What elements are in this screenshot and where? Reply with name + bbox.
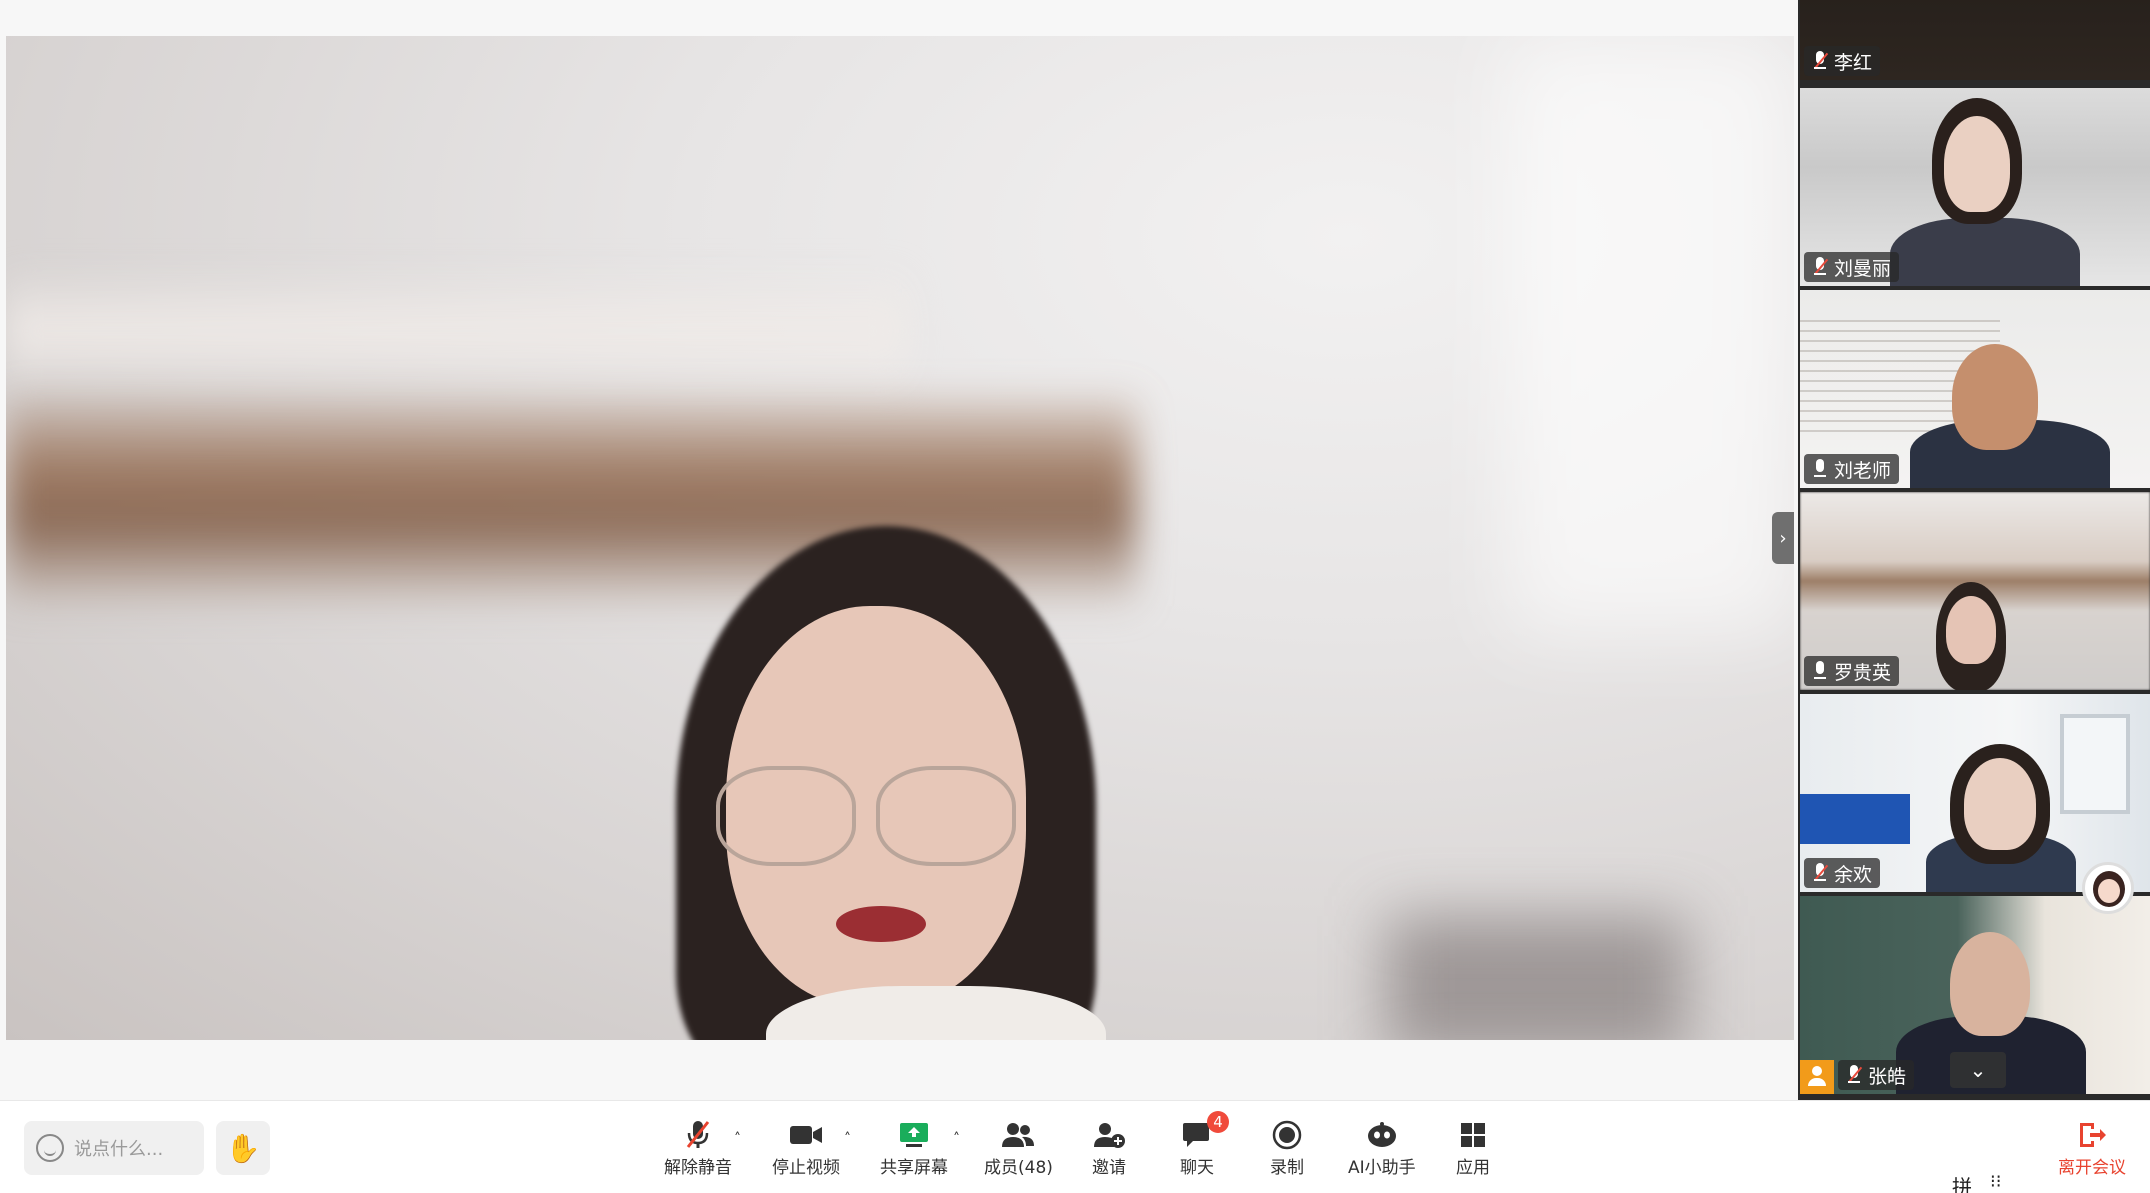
- robot-icon: [1365, 1119, 1399, 1151]
- video-options-caret[interactable]: ˄: [844, 1131, 851, 1147]
- members-button[interactable]: 成员(48): [984, 1119, 1053, 1181]
- record-label: 录制: [1270, 1158, 1304, 1178]
- record-icon: [1272, 1119, 1302, 1151]
- mic-on-icon: [1812, 459, 1828, 479]
- participant-body: [1890, 218, 2080, 286]
- speaker-glasses: [716, 766, 856, 866]
- invite-button[interactable]: 邀请: [1092, 1119, 1126, 1181]
- background-blur: [6, 266, 906, 396]
- participant-name-tag: 刘曼丽: [1804, 252, 1900, 282]
- participant-face: [1944, 116, 2010, 212]
- leave-meeting-label: 离开会议: [2058, 1158, 2126, 1178]
- chat-button[interactable]: 4 聊天: [1180, 1111, 1229, 1181]
- participant-name: 李红: [1834, 51, 1873, 74]
- participant-name: 张皓: [1868, 1065, 1907, 1088]
- add-user-icon: [1092, 1119, 1126, 1151]
- mic-on-icon: [1812, 661, 1828, 681]
- blue-sofa: [1800, 794, 1910, 844]
- mic-muted-icon: [684, 1119, 712, 1151]
- unmute-options-caret[interactable]: ˄: [734, 1131, 741, 1147]
- ime-options-icon[interactable]: ⁝⁝: [1990, 1171, 2001, 1192]
- exit-icon: [2076, 1119, 2108, 1151]
- stop-video-button[interactable]: 停止视频: [772, 1119, 840, 1181]
- speaker-glasses: [876, 766, 1016, 866]
- record-button[interactable]: 录制: [1270, 1119, 1304, 1181]
- hand-icon: ✋: [225, 1131, 261, 1165]
- meeting-toolbar: 说点什么... ✋ 解除静音 ˄ 停止视频 ˄ 共享屏幕 ˄ 成员(48) 邀请…: [0, 1100, 2150, 1193]
- participant-name: 刘曼丽: [1834, 257, 1892, 280]
- participant-tile[interactable]: 余欢: [1800, 694, 2150, 892]
- raise-hand-button[interactable]: ✋: [216, 1121, 270, 1175]
- speaker-figure: [566, 526, 1266, 1040]
- participant-tile[interactable]: 罗贵英: [1800, 492, 2150, 690]
- participant-name-tag: 李红: [1804, 46, 1881, 76]
- participant-face: [1952, 344, 2038, 450]
- mic-muted-icon: [1846, 1065, 1863, 1085]
- leave-meeting-button[interactable]: 离开会议: [2058, 1119, 2126, 1178]
- apps-button[interactable]: 应用: [1456, 1119, 1490, 1181]
- members-label: 成员(48): [984, 1158, 1053, 1178]
- ai-assistant-button[interactable]: AI小助手: [1348, 1119, 1416, 1181]
- apps-label: 应用: [1456, 1158, 1490, 1178]
- stop-video-label: 停止视频: [772, 1158, 840, 1178]
- chat-placeholder: 说点什么...: [74, 1139, 164, 1160]
- emoji-icon[interactable]: [36, 1134, 64, 1162]
- chevron-right-icon: ›: [1779, 527, 1787, 549]
- collapse-rail-button[interactable]: ›: [1772, 512, 1794, 564]
- camera-icon: [789, 1119, 823, 1151]
- participant-face: [1946, 596, 1996, 664]
- avatar-face: [2098, 879, 2120, 903]
- chat-label: 聊天: [1180, 1158, 1214, 1178]
- mic-muted-icon: [1812, 863, 1829, 883]
- participant-name: 余欢: [1834, 863, 1873, 886]
- invite-label: 邀请: [1092, 1158, 1126, 1178]
- participant-rail: 李红 刘曼丽 刘老师 罗贵英 余欢 张皓 ⌄: [1798, 0, 2150, 1100]
- ime-indicator[interactable]: 拼: [1952, 1171, 1972, 1193]
- ai-avatar-icon[interactable]: [2082, 862, 2134, 914]
- chat-icon: 4: [1181, 1111, 1229, 1151]
- background-blur: [1506, 36, 1794, 636]
- participant-name-tag: 罗贵英: [1804, 656, 1900, 686]
- meeting-window: › 李红 刘曼丽 刘老师 罗贵英 余欢 张皓 ⌄ 说点什么... ✋ 解除静音 …: [0, 0, 2150, 1193]
- participant-face: [1964, 758, 2036, 850]
- participant-name-tag: 余欢: [1804, 858, 1881, 888]
- unmute-button[interactable]: 解除静音: [664, 1119, 732, 1181]
- participant-tile[interactable]: 刘曼丽: [1800, 88, 2150, 286]
- speaker-lips: [836, 906, 926, 942]
- host-icon: [1800, 1060, 1834, 1094]
- share-screen-button[interactable]: 共享屏幕: [880, 1119, 948, 1181]
- speaker-stage: ›: [0, 0, 1798, 1100]
- participant-tile[interactable]: 张皓 ⌄: [1800, 896, 2150, 1094]
- participant-tile[interactable]: 李红: [1800, 0, 2150, 80]
- mic-muted-icon: [1812, 51, 1829, 71]
- members-icon: [1000, 1119, 1036, 1151]
- apps-grid-icon: [1459, 1119, 1487, 1151]
- mic-muted-icon: [1812, 257, 1829, 277]
- unmute-label: 解除静音: [664, 1158, 732, 1178]
- background-blur: [1386, 916, 1686, 1040]
- participant-name: 刘老师: [1834, 459, 1892, 482]
- main-speaker-video[interactable]: [6, 36, 1794, 1040]
- participant-face: [1950, 932, 2030, 1036]
- participant-name-tag: 刘老师: [1804, 454, 1900, 484]
- chat-unread-badge: 4: [1207, 1111, 1229, 1133]
- window: [2060, 714, 2130, 814]
- participant-name: 罗贵英: [1834, 661, 1892, 684]
- participant-tile[interactable]: 刘老师: [1800, 290, 2150, 488]
- quick-chat-input[interactable]: 说点什么...: [24, 1121, 204, 1175]
- ai-assistant-label: AI小助手: [1348, 1158, 1416, 1178]
- participant-name-tag: 张皓: [1838, 1060, 1915, 1090]
- share-screen-label: 共享屏幕: [880, 1158, 948, 1178]
- chevron-down-icon: ⌄: [1969, 1058, 1987, 1082]
- scroll-down-button[interactable]: ⌄: [1950, 1052, 2006, 1088]
- share-screen-icon: [898, 1119, 930, 1151]
- share-options-caret[interactable]: ˄: [953, 1131, 960, 1147]
